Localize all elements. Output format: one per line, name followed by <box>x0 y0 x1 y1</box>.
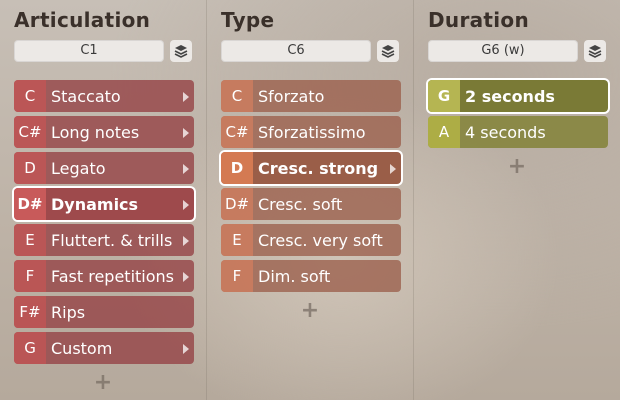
column-title: Type <box>221 8 275 32</box>
list-item[interactable]: C# Long notes <box>14 116 194 148</box>
list-item-selected[interactable]: G2 seconds <box>428 80 608 112</box>
item-label: Cresc. soft <box>258 194 343 214</box>
key-label: G <box>14 332 46 364</box>
key-label: D <box>221 152 253 184</box>
key-label: G <box>428 80 460 112</box>
key-label: E <box>221 224 253 256</box>
key-label: A <box>428 116 460 148</box>
item-label: 4 seconds <box>465 122 546 142</box>
item-label: Cresc. very soft <box>258 230 383 250</box>
list-item-selected[interactable]: D# Dynamics <box>14 188 194 220</box>
key-label: F# <box>14 296 46 328</box>
articulation-list: C Staccato C# Long notes D Legato D# Dynamic… <box>14 80 194 368</box>
list-item[interactable]: D# Cresc. soft <box>221 188 401 220</box>
layers-button[interactable] <box>377 40 399 62</box>
item-label: Sforzato <box>258 86 325 106</box>
key-label: D# <box>14 188 46 220</box>
item-label: 2 seconds <box>465 86 555 106</box>
chevron-right-icon <box>183 344 189 354</box>
list-item[interactable]: F Fast repetitions <box>14 260 194 292</box>
list-item[interactable]: C Sforzato <box>221 80 401 112</box>
layers-icon <box>381 45 395 58</box>
list-item[interactable]: F Dim. soft <box>221 260 401 292</box>
item-label: Fluttert. & trills <box>51 230 173 250</box>
item-label: Custom <box>51 338 113 358</box>
key-label: C# <box>221 116 253 148</box>
type-list: C Sforzato C# Sforzatissimo D Cresc. strong… <box>221 80 401 296</box>
list-item[interactable]: E Fluttert. & trills <box>14 224 194 256</box>
chevron-right-icon <box>183 200 189 210</box>
chevron-right-icon <box>183 128 189 138</box>
layers-icon <box>174 45 188 58</box>
item-label: Dynamics <box>51 194 139 214</box>
column-title: Articulation <box>14 8 151 32</box>
chevron-right-icon <box>183 92 189 102</box>
item-label: Rips <box>51 302 86 322</box>
list-item[interactable]: C# Sforzatissimo <box>221 116 401 148</box>
layers-button[interactable] <box>170 40 192 62</box>
item-label: Dim. soft <box>258 266 331 286</box>
add-type-plus-icon[interactable]: + <box>300 298 320 323</box>
key-label: D <box>14 152 46 184</box>
key-label: C <box>14 80 46 112</box>
item-label: Fast repetitions <box>51 266 175 286</box>
chevron-right-icon <box>183 272 189 282</box>
list-item[interactable]: D Legato <box>14 152 194 184</box>
layers-button[interactable] <box>584 40 606 62</box>
duration-column: Duration G6 (w) G2 seconds A4 seconds + <box>414 0 620 400</box>
articulation-column: Articulation C1 C Staccato C# Long notes D… <box>0 0 207 400</box>
type-key-selector[interactable]: C6 <box>221 40 371 62</box>
chevron-right-icon <box>183 164 189 174</box>
list-item[interactable]: E Cresc. very soft <box>221 224 401 256</box>
list-item[interactable]: F# Rips <box>14 296 194 328</box>
add-articulation-plus-icon[interactable]: + <box>93 370 113 395</box>
chevron-right-icon <box>390 164 396 174</box>
item-label: Legato <box>51 158 106 178</box>
chevron-right-icon <box>183 236 189 246</box>
key-label: C# <box>14 116 46 148</box>
articulation-key-selector[interactable]: C1 <box>14 40 164 62</box>
type-column: Type C6 C Sforzato C# Sforzatissimo D Cresc… <box>207 0 414 400</box>
list-item[interactable]: G Custom <box>14 332 194 364</box>
column-title: Duration <box>428 8 529 32</box>
item-label: Long notes <box>51 122 140 142</box>
list-item-selected[interactable]: D Cresc. strong <box>221 152 401 184</box>
duration-key-selector[interactable]: G6 (w) <box>428 40 578 62</box>
key-label: E <box>14 224 46 256</box>
list-item[interactable]: A4 seconds <box>428 116 608 148</box>
add-duration-plus-icon[interactable]: + <box>507 154 527 179</box>
key-label: C <box>221 80 253 112</box>
key-label: F <box>14 260 46 292</box>
item-label: Cresc. strong <box>258 158 379 178</box>
item-label: Staccato <box>51 86 121 106</box>
layers-icon <box>588 45 602 58</box>
key-label: F <box>221 260 253 292</box>
duration-list: G2 seconds A4 seconds <box>428 80 608 152</box>
key-label: D# <box>221 188 253 220</box>
item-label: Sforzatissimo <box>258 122 366 142</box>
list-item[interactable]: C Staccato <box>14 80 194 112</box>
